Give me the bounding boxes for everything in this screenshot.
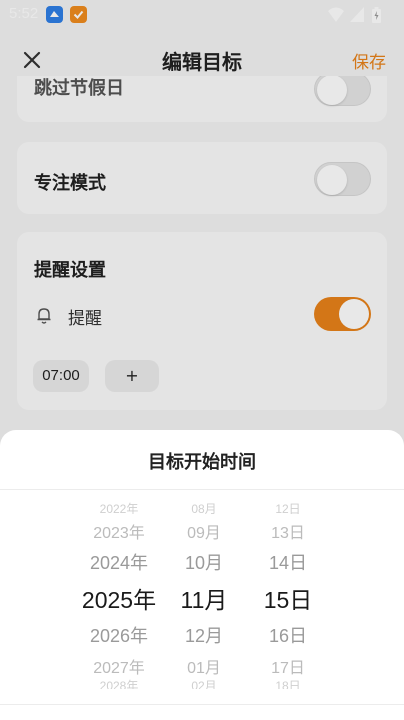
day-option[interactable]: 17日 [250,654,326,678]
divider [0,489,404,490]
date-picker-sheet: 目标开始时间 2022年 2023年 2024年 2025年 2026年 202… [0,430,404,720]
day-option[interactable]: 12日 [250,500,326,514]
year-option[interactable]: 2022年 [72,500,166,514]
year-option[interactable]: 2023年 [72,519,166,543]
month-option[interactable]: 02月 [168,677,240,689]
day-option-selected[interactable]: 15日 [250,581,326,615]
picker-title: 目标开始时间 [148,452,256,473]
day-option[interactable]: 18日 [250,677,326,689]
month-option[interactable]: 12月 [168,622,240,648]
year-option[interactable]: 2024年 [72,549,166,575]
year-option[interactable]: 2027年 [72,654,166,678]
day-option[interactable]: 13日 [250,519,326,543]
year-option[interactable]: 2026年 [72,622,166,648]
month-option[interactable]: 09月 [168,519,240,543]
year-option[interactable]: 2028年 [72,677,166,689]
month-option[interactable]: 08月 [168,500,240,514]
edit-goal-screen: 5:52 编辑目标 保存 跳过节假日 专注模式 提醒设置 提醒 07:00 + … [0,0,404,720]
day-option[interactable]: 14日 [250,549,326,575]
divider [0,704,404,705]
day-option[interactable]: 16日 [250,622,326,648]
month-option[interactable]: 10月 [168,549,240,575]
month-option-selected[interactable]: 11月 [168,581,240,615]
year-option-selected[interactable]: 2025年 [72,581,166,615]
month-option[interactable]: 01月 [168,654,240,678]
